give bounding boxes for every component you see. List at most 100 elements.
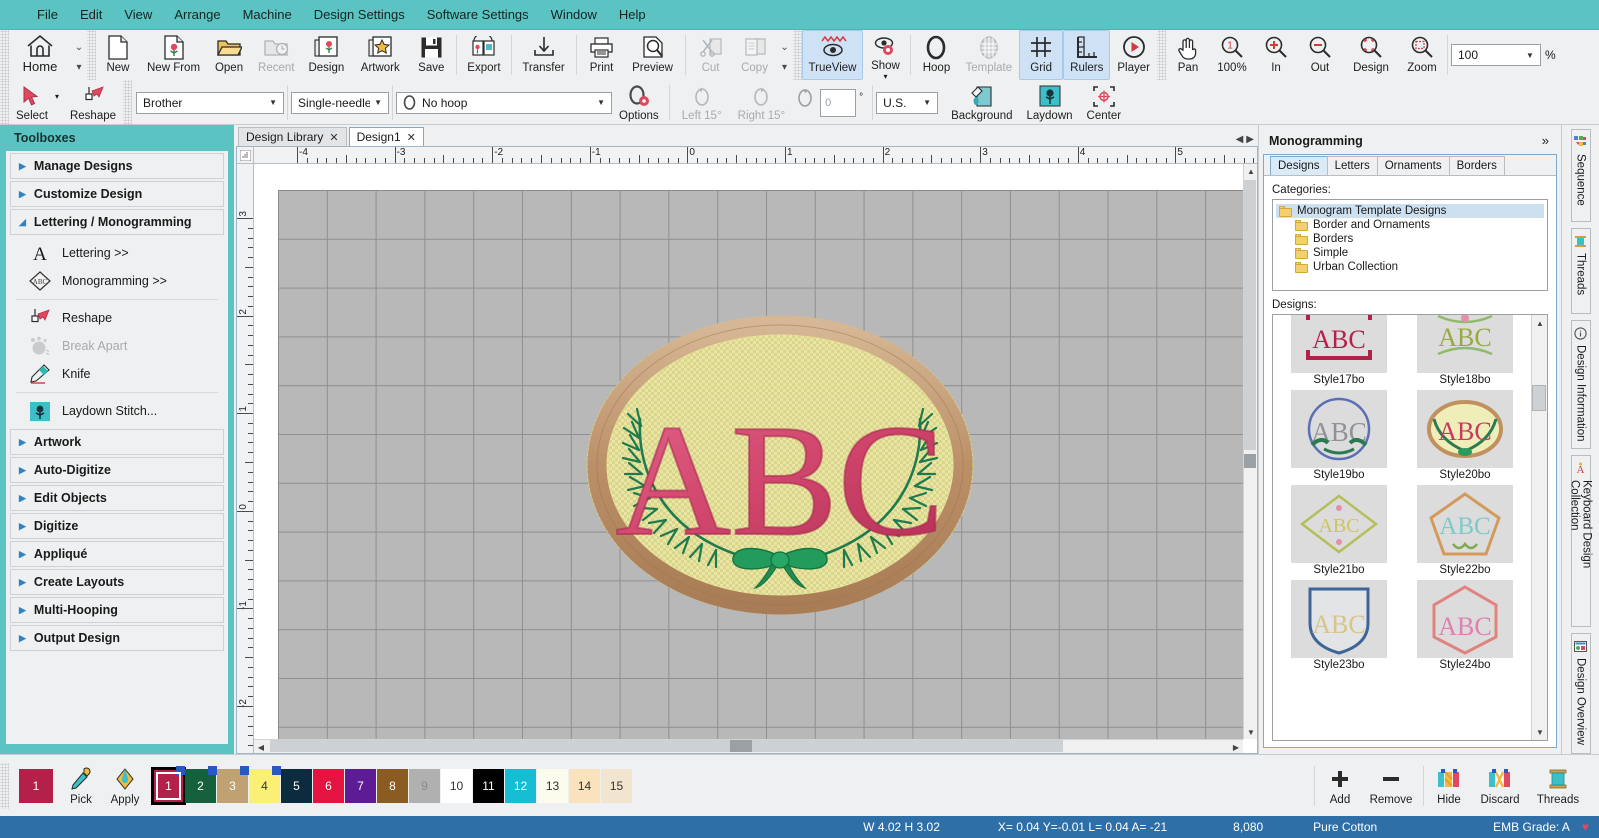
chevron-down-icon-2[interactable]: ▾	[782, 62, 787, 73]
machine-brand-combo[interactable]: Brother ▼	[136, 92, 284, 114]
toolbox-group-manage-designs[interactable]: ▶ Manage Designs	[10, 153, 224, 179]
color-swatch-2[interactable]: 2	[185, 769, 216, 803]
color-swatch-12[interactable]: 12	[505, 769, 536, 803]
toolbox-item-knife[interactable]: Knife	[6, 360, 228, 388]
palette-grip[interactable]	[0, 763, 9, 809]
color-swatch-13[interactable]: 13	[537, 769, 568, 803]
export-button[interactable]: Export	[460, 30, 507, 80]
scroll-left-icon[interactable]: ◀	[254, 740, 268, 754]
scroll-up-icon[interactable]: ▲	[1244, 164, 1258, 178]
horizontal-ruler[interactable]: -4-3-2-1012345	[254, 147, 1257, 164]
hoop-options-button[interactable]: Options	[612, 80, 666, 125]
zoom-out-button[interactable]: Out	[1298, 30, 1342, 80]
menu-item-machine[interactable]: Machine	[232, 3, 303, 26]
zoom-in-button[interactable]: In	[1254, 30, 1298, 80]
design-cell-style24bo[interactable]: ABC Style24bo	[1405, 580, 1525, 671]
rotate-left-15-button[interactable]: Left 15°	[673, 80, 731, 125]
save-button[interactable]: Save	[409, 30, 453, 80]
color-swatch-7[interactable]: 7	[345, 769, 376, 803]
new-button[interactable]: New	[96, 30, 140, 80]
collapse-docker-icon[interactable]: »	[1542, 133, 1553, 148]
designs-gallery[interactable]: ABC Style17bo ABC Style18bo	[1272, 314, 1548, 741]
color-swatch-11[interactable]: 11	[473, 769, 504, 803]
transfer-button[interactable]: Transfer	[515, 30, 573, 80]
design-cell-style22bo[interactable]: ABC Style22bo	[1405, 485, 1525, 576]
color-swatch-9[interactable]: 9	[409, 769, 440, 803]
discard-colors-button[interactable]: Discard	[1471, 762, 1529, 809]
ribbon-grip-machine[interactable]	[123, 80, 132, 125]
vertical-scroll-thumb[interactable]	[1244, 180, 1256, 450]
toolbox-group-digitize[interactable]: ▶ Digitize	[10, 513, 224, 539]
menu-item-view[interactable]: View	[113, 3, 163, 26]
copy-button[interactable]: Copy	[733, 30, 777, 80]
design-cell-style23bo[interactable]: ABC Style23bo	[1279, 580, 1399, 671]
toolbox-item-monogramming[interactable]: ABC Monogramming >>	[6, 267, 228, 295]
document-tab-design-library[interactable]: Design Library ✕	[238, 127, 347, 146]
ribbon-grip-home[interactable]	[0, 30, 9, 80]
menu-item-help[interactable]: Help	[608, 3, 657, 26]
chevron-down-icon-hoop[interactable]: ▼	[593, 98, 609, 107]
gallery-scroll-down-icon[interactable]: ▼	[1532, 724, 1548, 740]
design-cell-style20bo[interactable]: ABC Style20bo	[1405, 390, 1525, 481]
add-color-button[interactable]: Add	[1318, 762, 1362, 809]
monogram-design-object[interactable]: ABC	[585, 314, 975, 616]
tabstrip-nav[interactable]: ◀ ▶	[1236, 134, 1254, 145]
category-urban-collection[interactable]: Urban Collection	[1276, 260, 1544, 274]
chevron-down-icon-brand[interactable]: ▼	[265, 98, 281, 107]
scroll-down-icon[interactable]: ▼	[1244, 725, 1258, 739]
ribbon-grip-view[interactable]	[793, 30, 802, 80]
tab-letters[interactable]: Letters	[1327, 156, 1378, 175]
print-button[interactable]: Print	[580, 30, 624, 80]
toolbox-item-reshape[interactable]: Reshape	[6, 304, 228, 332]
new-from-button[interactable]: New From	[140, 30, 207, 80]
vertical-tab-threads[interactable]: Threads	[1571, 228, 1591, 314]
toolbox-group-artwork[interactable]: ▶ Artwork	[10, 429, 224, 455]
color-swatch-6[interactable]: 6	[313, 769, 344, 803]
pan-button[interactable]: Pan	[1166, 30, 1210, 80]
menu-item-software-settings[interactable]: Software Settings	[416, 3, 540, 26]
vertical-tab-design-overview[interactable]: Design Overview	[1571, 633, 1591, 754]
background-button[interactable]: Background	[944, 80, 1019, 125]
vertical-tab-keyboard-design-collection[interactable]: A Keyboard Design Collection	[1571, 455, 1591, 627]
color-swatch-5[interactable]: 5	[281, 769, 312, 803]
insert-artwork-button[interactable]: Artwork	[351, 30, 409, 80]
vertical-tab-design-information[interactable]: Design Information	[1571, 320, 1591, 450]
ribbon-grip-file[interactable]	[87, 30, 96, 80]
chevron-down-icon-zoom[interactable]: ▼	[1522, 51, 1538, 60]
design-workarea-grid[interactable]: ABC	[278, 190, 1243, 739]
menu-item-arrange[interactable]: Arrange	[163, 3, 231, 26]
threads-button[interactable]: Threads	[1529, 762, 1587, 809]
ruler-origin-button[interactable]	[237, 147, 254, 164]
zoom-level-combo[interactable]: 100 ▼	[1451, 44, 1541, 66]
show-button[interactable]: Show▾	[863, 30, 907, 80]
template-button[interactable]: Template	[958, 30, 1019, 80]
tab-borders[interactable]: Borders	[1449, 156, 1505, 175]
ribbon-grip-select[interactable]	[0, 80, 9, 125]
color-swatch-1[interactable]: 1	[153, 769, 184, 803]
toolbox-group-edit-objects[interactable]: ▶ Edit Objects	[10, 485, 224, 511]
canvas-horizontal-scrollbar[interactable]: ◀ ▶	[254, 739, 1243, 753]
menu-item-design-settings[interactable]: Design Settings	[303, 3, 416, 26]
color-swatch-8[interactable]: 8	[377, 769, 408, 803]
toolbox-group-auto-digitize[interactable]: ▶ Auto-Digitize	[10, 457, 224, 483]
toolbox-group-customize-design[interactable]: ▶ Customize Design	[10, 181, 224, 207]
design-canvas[interactable]: -4-3-2-1012345 3210-1-2	[236, 146, 1258, 754]
insert-design-button[interactable]: Design	[301, 30, 351, 80]
color-swatch-15[interactable]: 15	[601, 769, 632, 803]
canvas-stage[interactable]: ABC	[255, 165, 1243, 739]
clipboard-expand-controls[interactable]: ⌄ ▾	[777, 30, 793, 80]
menu-item-edit[interactable]: Edit	[69, 3, 113, 26]
select-tool-button[interactable]: Select	[9, 80, 55, 125]
units-combo[interactable]: U.S. ▼	[876, 92, 938, 114]
horizontal-scroll-handle[interactable]	[730, 740, 752, 752]
close-icon[interactable]: ✕	[329, 131, 338, 144]
remove-color-button[interactable]: Remove	[1362, 762, 1420, 809]
chevron-double-down-icon-2[interactable]: ⌄	[780, 42, 788, 53]
canvas-vertical-scrollbar[interactable]: ▲ ▼	[1243, 164, 1257, 739]
hide-colors-button[interactable]: Hide	[1427, 762, 1471, 809]
rotate-right-15-button[interactable]: Right 15°	[731, 80, 792, 125]
hoop-button[interactable]: Hoop	[914, 30, 958, 80]
vertical-tab-sequence[interactable]: Sequence	[1571, 129, 1591, 222]
toolbox-item-laydown-stitch[interactable]: Laydown Stitch...	[6, 397, 228, 425]
tab-next-icon[interactable]: ▶	[1246, 134, 1254, 145]
